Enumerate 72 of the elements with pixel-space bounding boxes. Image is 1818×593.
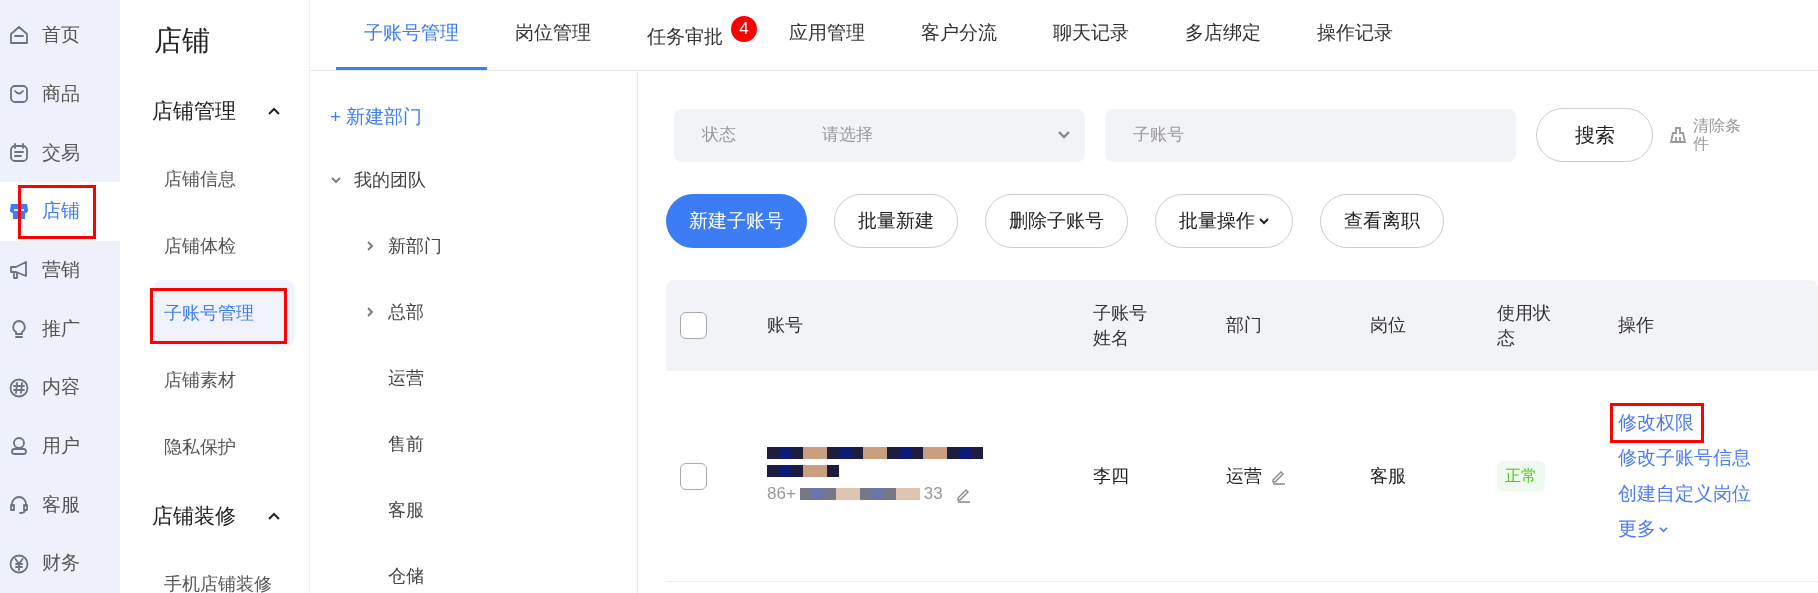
tree-item[interactable]: 售前 — [330, 411, 637, 477]
column-header: 岗位 — [1370, 314, 1407, 338]
tab[interactable]: 子账号管理 — [336, 0, 487, 70]
sidebar-item[interactable]: 店铺体检 — [152, 213, 295, 280]
column-header: 使用状态 — [1497, 302, 1552, 350]
tab[interactable]: 操作记录 — [1289, 0, 1421, 70]
chevron-icon — [1057, 130, 1071, 140]
status-tag: 正常 — [1497, 461, 1545, 491]
nav-item[interactable]: 店铺 — [0, 182, 120, 241]
caret-icon — [267, 511, 281, 521]
nav-item[interactable]: 财务 — [0, 534, 120, 593]
action-link[interactable]: 更多 — [1618, 515, 1668, 544]
chevron-icon — [364, 240, 376, 252]
count-badge: 4 — [731, 16, 757, 42]
hashtag-icon — [8, 376, 30, 399]
tree-item[interactable]: 客服 — [330, 477, 637, 543]
column-header: 部门 — [1226, 314, 1263, 338]
nav-item[interactable]: 内容 — [0, 358, 120, 417]
sidebar-item[interactable]: 子账号管理 — [152, 280, 295, 347]
action-button[interactable]: 新建子账号 — [666, 194, 807, 248]
caret-icon — [267, 106, 281, 116]
column-header: 账号 — [767, 314, 804, 337]
nav-item[interactable]: 营销 — [0, 240, 120, 300]
caret-icon — [1659, 525, 1668, 533]
sidebar-item[interactable]: 手机店铺装修 — [152, 551, 295, 593]
column-header: 子账号姓名 — [1093, 302, 1148, 350]
tree-item[interactable]: 新部门 — [330, 213, 637, 279]
sidebar-item[interactable]: 隐私保护 — [152, 414, 295, 481]
sidebar-title: 店铺 — [153, 24, 211, 58]
user-icon — [8, 435, 30, 458]
tab[interactable]: 岗位管理 — [487, 0, 619, 70]
checkbox[interactable] — [680, 462, 707, 490]
table-cell-text: 客服 — [1370, 464, 1407, 488]
bag-icon — [8, 83, 30, 106]
clipboard-icon — [8, 141, 30, 164]
tab[interactable]: 聊天记录 — [1025, 0, 1157, 70]
input-field[interactable]: 子账号 — [1105, 108, 1516, 162]
table-cell-text: 运营 — [1226, 464, 1262, 488]
headset-icon — [8, 493, 30, 516]
new-department-button[interactable]: + 新建部门 — [330, 95, 423, 139]
action-link[interactable]: 修改子账号信息 — [1618, 444, 1751, 473]
table-cell-text: 李四 — [1093, 464, 1130, 488]
home-icon — [8, 24, 30, 47]
nav-item[interactable]: 交易 — [0, 123, 120, 183]
nav-item[interactable]: 首页 — [0, 6, 120, 65]
checkbox[interactable] — [680, 312, 707, 339]
phone-number: 33 — [923, 483, 943, 506]
tab[interactable]: 多店绑定 — [1157, 0, 1289, 70]
chevron-icon — [364, 306, 376, 318]
action-link[interactable]: 修改权限 — [1618, 408, 1694, 437]
nav-item[interactable]: 商品 — [0, 64, 120, 124]
chevron-icon — [330, 174, 342, 186]
phone-number: 86+ — [767, 483, 796, 506]
tab[interactable]: 应用管理 — [761, 0, 893, 70]
broom-icon — [1669, 126, 1687, 144]
sidebar-item[interactable]: 店铺素材 — [152, 347, 295, 414]
nav-item[interactable]: 客服 — [0, 475, 120, 535]
nav-item[interactable]: 推广 — [0, 299, 120, 359]
sidebar-item[interactable]: 店铺信息 — [152, 146, 295, 213]
tree-item[interactable]: 仓储 — [330, 543, 637, 593]
megaphone-icon — [8, 259, 30, 282]
tree-item[interactable]: 我的团队 — [330, 147, 637, 213]
caret-icon — [1259, 217, 1269, 225]
tree-item[interactable]: 总部 — [330, 279, 637, 345]
column-header: 操作 — [1618, 314, 1655, 338]
sidebar-group[interactable]: 店铺管理 — [152, 76, 295, 146]
tab[interactable]: 客户分流 — [893, 0, 1025, 70]
sidebar-group[interactable]: 店铺装修 — [152, 481, 295, 551]
action-link[interactable]: 创建自定义岗位 — [1618, 479, 1751, 508]
nav-item[interactable]: 用户 — [0, 416, 120, 476]
yen-icon — [8, 552, 30, 575]
tree-item[interactable]: 运营 — [330, 345, 637, 411]
